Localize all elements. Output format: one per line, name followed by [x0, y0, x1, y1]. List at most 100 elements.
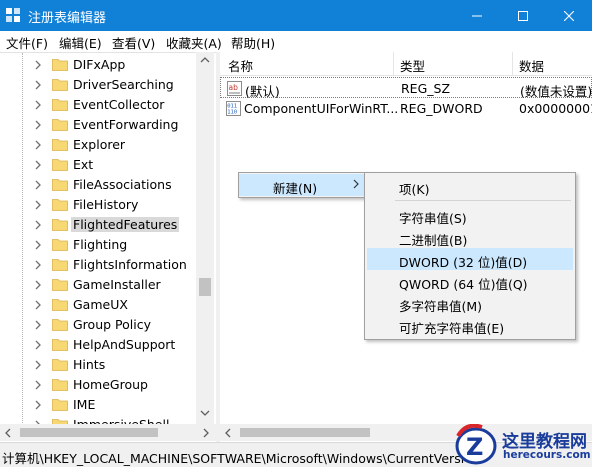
tree-item-label: DIFxApp	[73, 57, 126, 72]
tree-item[interactable]: GameInstaller	[0, 275, 196, 295]
z-logo-icon: Z	[455, 424, 497, 465]
expand-chevron-icon[interactable]	[33, 139, 43, 151]
tree-item-label: EventCollector	[73, 97, 165, 112]
tree-item-label: GameUX	[73, 297, 128, 312]
tree-item-label: FileAssociations	[73, 177, 172, 192]
tree-item[interactable]: FlightedFeatures	[0, 215, 196, 235]
tree-scroll-thumb[interactable]	[199, 278, 211, 296]
expand-chevron-icon[interactable]	[33, 59, 43, 71]
tree-item[interactable]: IME	[0, 395, 196, 415]
expand-chevron-icon[interactable]	[33, 279, 43, 291]
submenu-item-label: 项(K)	[399, 182, 430, 197]
maximize-button[interactable]	[500, 0, 546, 31]
column-data[interactable]: 数据	[519, 56, 544, 75]
folder-icon	[52, 139, 68, 151]
expand-chevron-icon[interactable]	[33, 239, 43, 251]
tree-item[interactable]: HelpAndSupport	[0, 335, 196, 355]
context-menu: 新建(N)	[238, 172, 366, 198]
tree-item[interactable]: Ext	[0, 155, 196, 175]
expand-chevron-icon[interactable]	[33, 199, 43, 211]
submenu-item-string[interactable]: 字符串值(S)	[367, 204, 573, 226]
tree-item[interactable]: Hints	[0, 355, 196, 375]
folder-icon	[52, 179, 68, 191]
scroll-right-icon[interactable]	[203, 428, 210, 438]
watermark: Z 这里教程网 herecours.com	[448, 422, 592, 467]
tree-item[interactable]: DIFxApp	[0, 55, 196, 75]
expand-chevron-icon[interactable]	[33, 179, 43, 191]
tree-horizontal-scrollbar[interactable]	[0, 424, 216, 441]
key-tree[interactable]: DIFxApp DriverSearching EventCollector Even…	[0, 52, 216, 424]
value-name: ComponentUIForWinRT...	[244, 101, 399, 116]
minimize-icon	[472, 15, 482, 16]
close-button[interactable]	[546, 0, 592, 31]
tree-item[interactable]: FlightsInformation	[0, 255, 196, 275]
expand-chevron-icon[interactable]	[33, 379, 43, 391]
column-name[interactable]: 名称	[228, 56, 253, 75]
tree-hscroll-thumb[interactable]	[20, 428, 158, 437]
scroll-left-icon[interactable]	[4, 428, 11, 438]
submenu-item-multistring[interactable]: 多字符串值(M)	[367, 292, 573, 314]
expand-chevron-icon[interactable]	[33, 399, 43, 411]
scroll-down-icon[interactable]	[200, 410, 210, 417]
expand-chevron-icon[interactable]	[33, 119, 43, 131]
tree-item[interactable]: Group Policy	[0, 315, 196, 335]
expand-chevron-icon[interactable]	[33, 159, 43, 171]
expand-chevron-icon[interactable]	[33, 259, 43, 271]
folder-icon	[52, 219, 68, 231]
menu-item-new[interactable]: 新建(N)	[239, 174, 365, 196]
submenu-item-key[interactable]: 项(K)	[367, 175, 573, 197]
list-row[interactable]: 011 110 ComponentUIForWinRT... REG_DWORD…	[220, 98, 592, 119]
menu-favorites[interactable]: 收藏夹(A)	[166, 33, 222, 52]
expand-chevron-icon[interactable]	[33, 299, 43, 311]
expand-chevron-icon[interactable]	[33, 219, 43, 231]
menu-edit[interactable]: 编辑(E)	[59, 33, 102, 52]
tree-item[interactable]: ImmersiveShell	[0, 415, 196, 424]
tree-item-label: Group Policy	[73, 317, 151, 332]
expand-chevron-icon[interactable]	[33, 79, 43, 91]
tree-item[interactable]: EventCollector	[0, 95, 196, 115]
tree-item[interactable]: Flighting	[0, 235, 196, 255]
tree-item[interactable]: FileHistory	[0, 195, 196, 215]
submenu-arrow-icon	[353, 179, 359, 189]
list-row[interactable]: ab (默认) REG_SZ (数值未设置)	[220, 77, 592, 99]
tree-vertical-scrollbar[interactable]	[196, 52, 214, 424]
folder-icon	[52, 299, 68, 311]
list-header: 名称 类型 数据	[220, 52, 592, 76]
tree-item[interactable]: FileAssociations	[0, 175, 196, 195]
minimize-button[interactable]	[454, 0, 500, 31]
menu-bar: 文件(F) 编辑(E) 查看(V) 收藏夹(A) 帮助(H)	[0, 31, 592, 51]
scroll-up-icon[interactable]	[200, 56, 210, 63]
value-data: 0x00000001	[519, 101, 592, 116]
tree-item[interactable]: HomeGroup	[0, 375, 196, 395]
registry-path: 计算机\HKEY_LOCAL_MACHINE\SOFTWARE\Microsof…	[2, 451, 465, 466]
expand-chevron-icon[interactable]	[33, 339, 43, 351]
menu-file[interactable]: 文件(F)	[6, 33, 48, 52]
tree-item[interactable]: Explorer	[0, 135, 196, 155]
menu-help[interactable]: 帮助(H)	[231, 33, 275, 52]
title-bar: 注册表编辑器	[0, 0, 592, 31]
scroll-left-icon[interactable]	[224, 428, 231, 438]
tree-item[interactable]: EventForwarding	[0, 115, 196, 135]
tree-item[interactable]: GameUX	[0, 295, 196, 315]
submenu-item-label: QWORD (64 位)值(Q)	[399, 277, 528, 292]
submenu-item-expandable-string[interactable]: 可扩充字符串值(E)	[367, 314, 573, 336]
tree-item[interactable]: DriverSearching	[0, 75, 196, 95]
tree-item-label: Ext	[73, 157, 94, 172]
expand-chevron-icon[interactable]	[33, 359, 43, 371]
list-hscroll-thumb[interactable]	[240, 428, 370, 437]
expand-chevron-icon[interactable]	[33, 319, 43, 331]
close-icon	[564, 10, 574, 21]
column-divider[interactable]	[512, 52, 513, 76]
folder-icon	[52, 279, 68, 291]
folder-icon	[52, 239, 68, 251]
column-divider[interactable]	[393, 52, 394, 76]
menu-item-new-label: 新建(N)	[273, 181, 318, 196]
watermark-url: herecours.com	[503, 449, 591, 461]
submenu-item-binary[interactable]: 二进制值(B)	[367, 226, 573, 248]
submenu-item-qword[interactable]: QWORD (64 位)值(Q)	[367, 270, 573, 292]
column-type[interactable]: 类型	[400, 56, 425, 75]
submenu-item-dword[interactable]: DWORD (32 位)值(D)	[367, 248, 573, 270]
menu-view[interactable]: 查看(V)	[112, 33, 155, 52]
tree-item-label: Flighting	[73, 237, 128, 252]
expand-chevron-icon[interactable]	[33, 99, 43, 111]
